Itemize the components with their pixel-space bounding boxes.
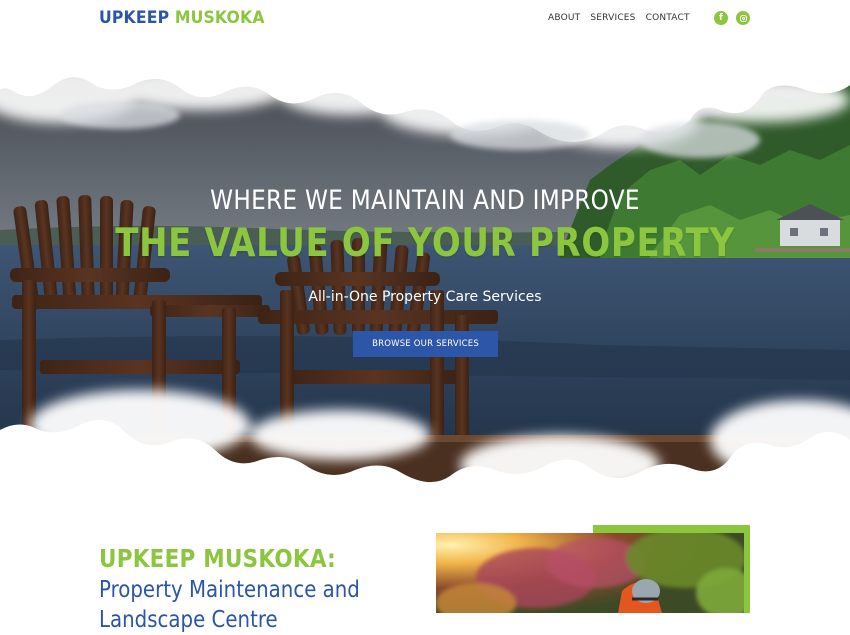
hero-section: WHERE WE MAINTAIN AND IMPROVE THE VALUE …	[0, 40, 850, 510]
nav-about[interactable]: ABOUT	[548, 13, 580, 23]
intro-subtitle: Property Maintenance and Landscape Centr…	[99, 577, 360, 633]
instagram-icon[interactable]	[736, 11, 750, 25]
nav-contact[interactable]: CONTACT	[646, 13, 690, 23]
site-header: UPKEEP MUSKOKA ABOUT SERVICES CONTACT f	[0, 0, 850, 40]
hero-tagline: All-in-One Property Care Services	[308, 289, 542, 305]
social-links: f	[714, 11, 750, 25]
browse-services-button[interactable]: BROWSE OUR SERVICES	[353, 331, 498, 357]
hero-subtitle: WHERE WE MAINTAIN AND IMPROVE	[210, 185, 640, 216]
logo-word-muskoka: MUSKOKA	[174, 8, 265, 28]
hero-title: THE VALUE OF YOUR PROPERTY	[115, 221, 735, 266]
facebook-icon[interactable]: f	[714, 11, 728, 25]
hero-lake-image	[0, 40, 850, 510]
nav-services[interactable]: SERVICES	[590, 13, 635, 23]
landscaper-photo	[436, 533, 744, 613]
site-logo[interactable]: UPKEEP MUSKOKA	[99, 8, 265, 28]
intro-title: UPKEEP MUSKOKA:	[99, 544, 336, 573]
logo-word-upkeep: UPKEEP	[99, 8, 170, 28]
main-nav: ABOUT SERVICES CONTACT	[548, 13, 690, 23]
